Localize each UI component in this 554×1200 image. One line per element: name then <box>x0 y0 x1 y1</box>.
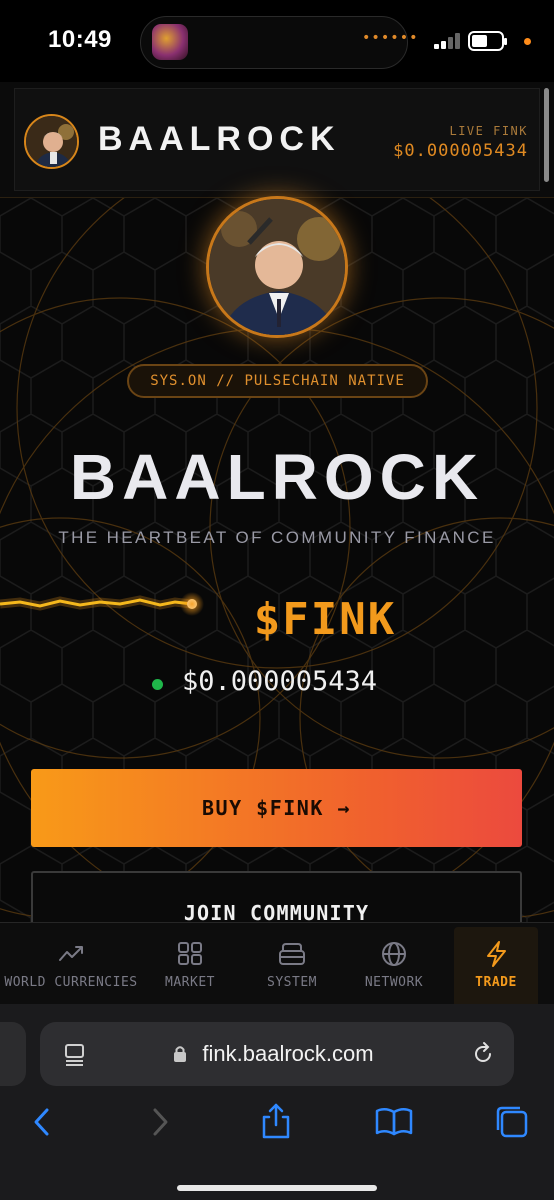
nav-label: WORLD CURRENCIES <box>4 975 138 990</box>
chain-badge: SYS.ON // PULSECHAIN NATIVE <box>127 364 428 398</box>
back-icon[interactable] <box>22 1102 62 1142</box>
trending-up-icon <box>59 946 83 961</box>
status-time: 10:49 <box>48 26 112 53</box>
globe-icon <box>382 942 406 966</box>
brand-name[interactable]: BAALROCK <box>98 120 341 159</box>
hero-tagline: THE HEARTBEAT OF COMMUNITY FINANCE <box>58 528 496 547</box>
token-ticker: $FINK <box>253 594 397 645</box>
share-icon[interactable] <box>256 1102 296 1142</box>
activity-indicator: •••••• <box>362 30 419 46</box>
logo-avatar[interactable] <box>24 114 79 169</box>
address-bar[interactable]: fink.baalrock.com <box>40 1022 514 1086</box>
live-status-dot <box>152 679 163 690</box>
buy-fink-button[interactable]: BUY $FINK → <box>31 769 522 847</box>
battery-icon <box>468 31 507 51</box>
now-playing-app-icon[interactable] <box>152 24 188 60</box>
lightning-icon <box>487 941 506 967</box>
home-indicator[interactable] <box>177 1185 377 1191</box>
live-price-label: LIVE FINK <box>449 124 528 138</box>
nav-label: SYSTEM <box>267 975 317 990</box>
live-price-value: $0.000005434 <box>393 141 528 161</box>
browser-chrome: fink.baalrock.com <box>0 1004 554 1200</box>
reload-icon[interactable] <box>470 1041 496 1067</box>
hero-portrait <box>206 196 348 338</box>
privacy-indicator-dot <box>524 38 531 45</box>
token-price: $0.000005434 <box>182 666 378 697</box>
tabs-icon[interactable] <box>492 1102 532 1142</box>
cellular-signal-icon <box>434 33 460 49</box>
url-text[interactable]: fink.baalrock.com <box>40 1041 514 1067</box>
nav-label: MARKET <box>165 975 215 990</box>
nav-label: TRADE <box>475 975 517 990</box>
bookmarks-icon[interactable] <box>374 1102 414 1142</box>
forward-icon[interactable] <box>140 1102 180 1142</box>
grid-icon <box>178 942 202 965</box>
status-bar: 10:49 •••••• <box>0 0 554 82</box>
hero-title: BAALROCK <box>69 441 485 513</box>
scroll-indicator[interactable] <box>544 88 549 182</box>
nav-label: NETWORK <box>364 975 424 990</box>
stack-icon <box>279 943 305 965</box>
previous-tab-stub[interactable] <box>0 1022 26 1086</box>
